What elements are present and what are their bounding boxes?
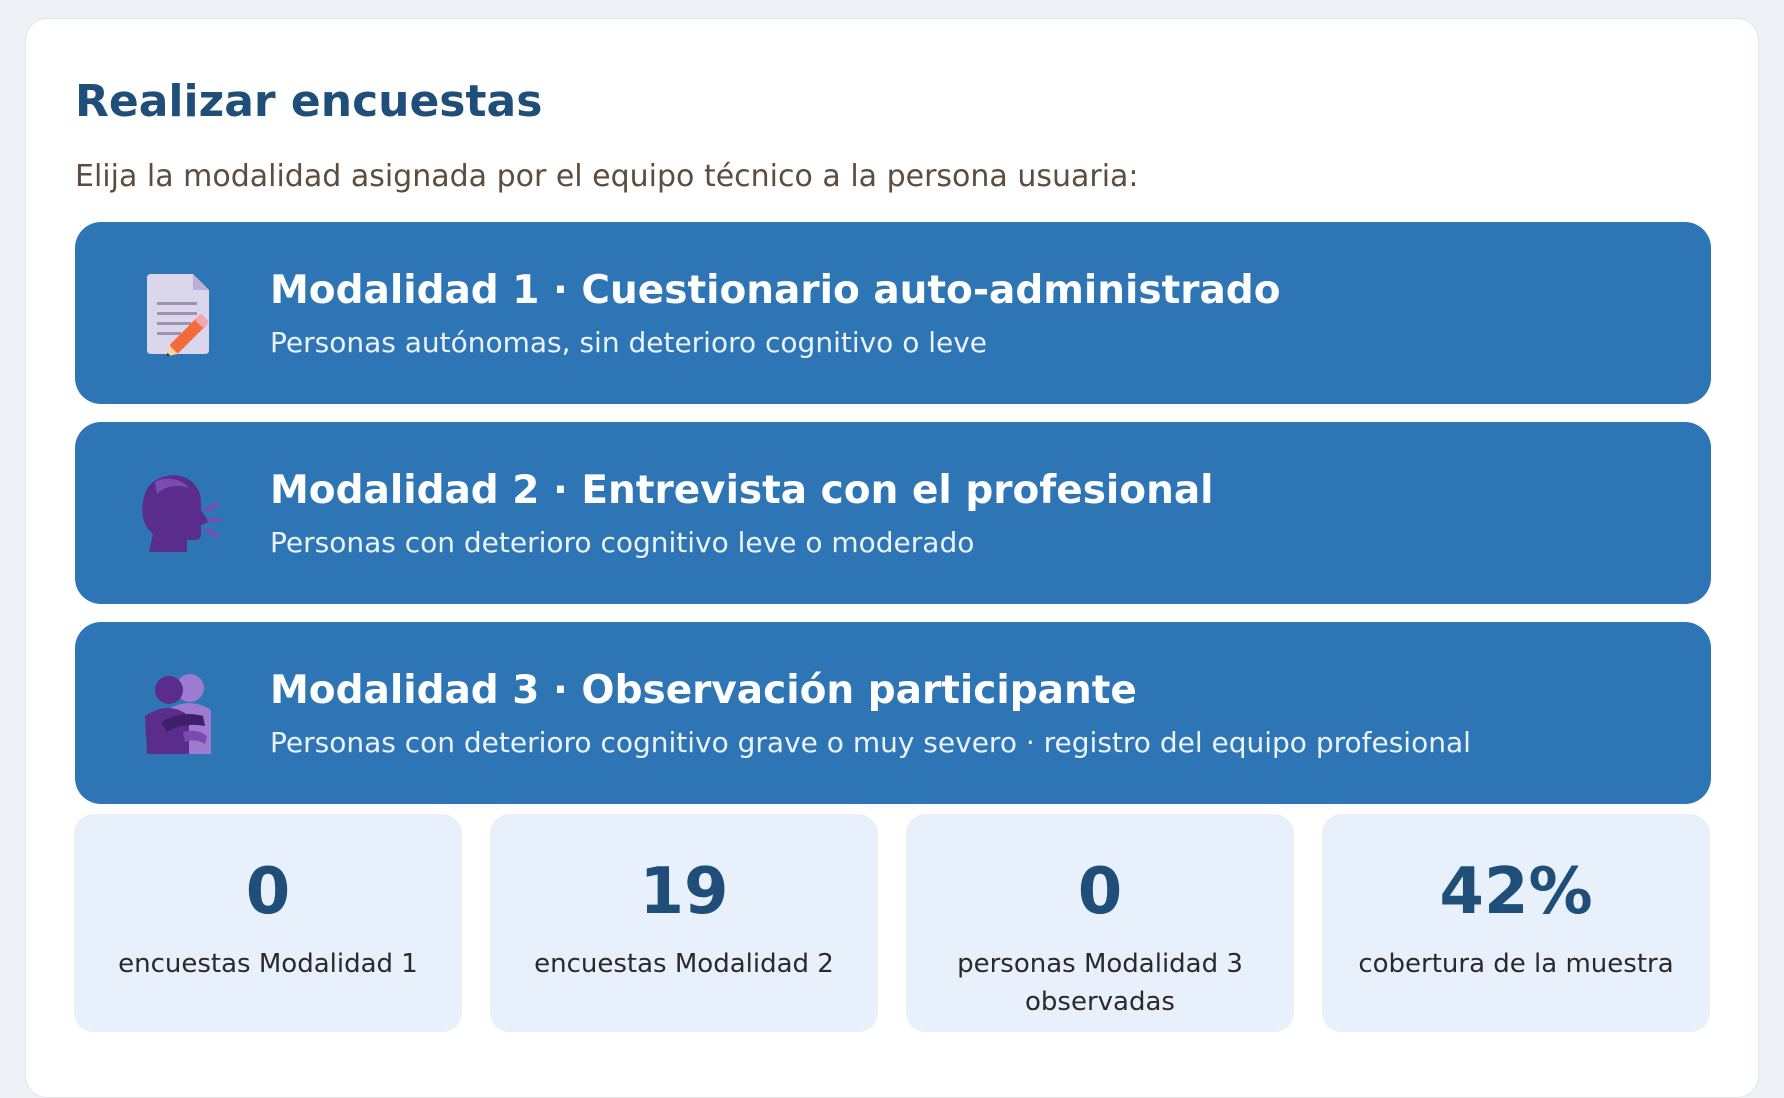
modality-3-button[interactable]: Modalidad 3 · Observación participante P… bbox=[75, 622, 1711, 804]
stat-label: encuestas Modalidad 2 bbox=[534, 949, 834, 979]
stat-label: cobertura de la muestra bbox=[1358, 949, 1674, 979]
stat-label: personas Modalidad 3 observadas bbox=[957, 949, 1243, 1017]
modality-3-description: Personas con deterioro cognitivo grave o… bbox=[270, 726, 1471, 759]
stat-value: 19 bbox=[639, 855, 729, 929]
modality-1-description: Personas autónomas, sin deterioro cognit… bbox=[270, 326, 988, 359]
stat-value: 0 bbox=[1077, 855, 1123, 929]
page-subtitle: Elija la modalidad asignada por el equip… bbox=[75, 159, 1139, 194]
modality-2-button[interactable]: Modalidad 2 · Entrevista con el profesio… bbox=[75, 422, 1711, 604]
page-title: Realizar encuestas bbox=[75, 76, 543, 127]
modality-1-title: Modalidad 1 · Cuestionario auto-administ… bbox=[270, 268, 1281, 313]
stat-label: encuestas Modalidad 1 bbox=[118, 949, 418, 979]
stat-value: 42% bbox=[1439, 855, 1593, 929]
stat-card-coverage: 42% cobertura de la muestra bbox=[1322, 814, 1710, 1032]
modality-1-button[interactable]: Modalidad 1 · Cuestionario auto-administ… bbox=[75, 222, 1711, 404]
modality-3-title: Modalidad 3 · Observación participante bbox=[270, 668, 1137, 713]
modality-2-description: Personas con deterioro cognitivo leve o … bbox=[270, 526, 975, 559]
stat-value: 0 bbox=[245, 855, 291, 929]
stat-card-modalidad-3: 0 personas Modalidad 3 observadas bbox=[906, 814, 1294, 1032]
memo-pencil-icon bbox=[137, 270, 221, 356]
speaking-head-icon bbox=[137, 470, 221, 556]
stat-card-modalidad-1: 0 encuestas Modalidad 1 bbox=[74, 814, 462, 1032]
stat-card-modalidad-2: 19 encuestas Modalidad 2 bbox=[490, 814, 878, 1032]
modality-2-title: Modalidad 2 · Entrevista con el profesio… bbox=[270, 468, 1214, 513]
people-hugging-icon bbox=[137, 670, 221, 756]
